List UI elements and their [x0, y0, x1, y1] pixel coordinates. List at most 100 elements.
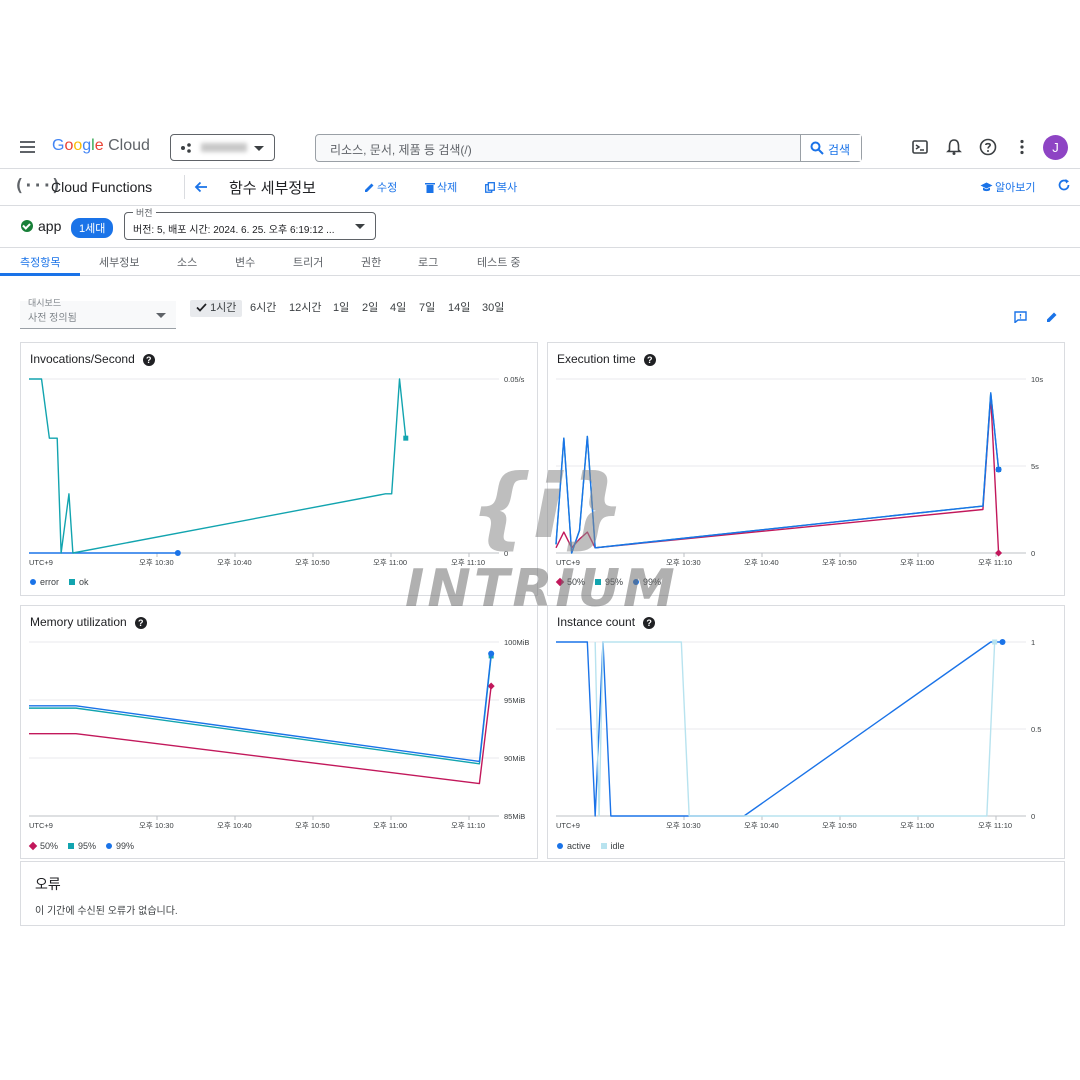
tab-permissions[interactable]: 권한 [361, 254, 381, 270]
legend-label: 95% [605, 577, 624, 587]
series-marker [488, 650, 495, 657]
tab-triggers[interactable]: 트리거 [293, 254, 323, 270]
range-6h[interactable]: 6시간 [250, 300, 276, 317]
range-2d[interactable]: 2일 [362, 300, 378, 317]
x-tick-label: 오후 11:10 [451, 821, 485, 830]
series-line-99pct [29, 653, 492, 763]
y-tick-label: 0 [1031, 812, 1035, 821]
back-arrow-icon[interactable] [193, 179, 209, 195]
x-tick-label: UTC+9 [556, 821, 580, 830]
version-select[interactable]: 버전 버전: 5, 배포 시간: 2024. 6. 25. 오후 6:19:12… [124, 206, 376, 240]
chart-card-memory: Memory utilization? 85MiB 90MiB 95MiB 100Mi… [20, 605, 538, 859]
legend-swatch [69, 579, 76, 585]
legend-label: 99% [643, 577, 662, 587]
avatar[interactable]: J [1043, 135, 1068, 160]
legend-item[interactable]: active [557, 841, 591, 851]
x-tick-label: 오후 10:40 [217, 821, 252, 830]
legend-label: active [567, 841, 591, 851]
top-bar: Google Cloud 리소스, 문서, 제품 등 검색(/) 검색 J [0, 126, 1080, 168]
chevron-down-icon [254, 146, 264, 151]
legend-item[interactable]: 95% [595, 577, 623, 587]
legend-item[interactable]: 99% [106, 841, 134, 851]
range-30d[interactable]: 30일 [482, 300, 504, 317]
search-icon [810, 141, 824, 155]
project-picker[interactable] [170, 134, 275, 161]
copy-icon [485, 182, 495, 193]
range-1d[interactable]: 1일 [333, 300, 349, 317]
help-icon[interactable] [979, 138, 997, 156]
legend-swatch [595, 579, 602, 585]
edit-button[interactable]: 수정 [364, 179, 397, 195]
legend-label: error [40, 577, 60, 587]
chart-plot: 0 5s 10s UTC+9 오후 10:30 오후 10:40 오후 10:50 오후 11… [555, 375, 1043, 567]
refresh-icon[interactable] [1057, 178, 1071, 192]
legend-swatch [30, 579, 36, 585]
x-tick-label: 오후 10:50 [822, 821, 857, 830]
y-tick-label: 100MiB [504, 638, 529, 647]
legend-item[interactable]: 50% [28, 841, 59, 851]
range-4d[interactable]: 4일 [390, 300, 406, 317]
tab-source[interactable]: 소스 [177, 254, 197, 270]
series-line-99pct [555, 392, 1000, 554]
copy-button[interactable]: 복사 [485, 179, 517, 195]
search-input[interactable]: 리소스, 문서, 제품 등 검색(/) [330, 141, 472, 158]
product-header: (···) Cloud Functions 함수 세부정보 수정 삭제 복사 알… [0, 168, 1080, 206]
project-name-redacted [201, 143, 247, 152]
x-tick-label: UTC+9 [29, 821, 53, 830]
legend-item[interactable]: error [30, 577, 59, 587]
menu-icon[interactable] [20, 141, 35, 153]
series-marker [174, 550, 181, 556]
learn-button[interactable]: 알아보기 [980, 179, 1035, 195]
legend-item[interactable]: 95% [68, 841, 96, 851]
delete-button[interactable]: 삭제 [425, 179, 457, 195]
y-tick-label: 0.05/s [504, 375, 525, 384]
chart-legend: error ok [30, 577, 99, 587]
series-line-95pct [29, 655, 492, 765]
tab-testing[interactable]: 테스트 중 [477, 254, 521, 270]
legend-item[interactable]: ok [69, 577, 89, 587]
function-name: app [38, 218, 62, 234]
y-tick-label: 0 [1031, 549, 1035, 558]
check-circle-icon [21, 220, 33, 232]
tab-logs[interactable]: 로그 [418, 254, 438, 270]
chevron-down-icon [156, 313, 166, 318]
tab-metrics[interactable]: 측정항목 [20, 254, 60, 270]
product-name[interactable]: Cloud Functions [51, 179, 152, 195]
legend-label: 50% [567, 577, 586, 587]
chart-legend: 50% 95% 99% [555, 577, 671, 587]
active-tab-indicator [0, 273, 80, 276]
x-tick-label: 오후 11:10 [451, 558, 485, 567]
range-7d[interactable]: 7일 [419, 300, 435, 317]
legend-item[interactable]: 99% [633, 577, 661, 587]
legend-label: 50% [40, 841, 59, 851]
chart-plot: 0 0.5 1 UTC+9 오후 10:30 오후 10:40 오후 10:50 오후 11:… [556, 638, 1041, 830]
check-icon [196, 303, 207, 312]
legend-label: idle [610, 841, 625, 851]
more-vert-icon[interactable] [1013, 138, 1031, 156]
google-cloud-logo[interactable]: Google Cloud [52, 137, 150, 155]
chart-card-invocations: Invocations/Second? 0 0.05/s UTC+9 오후 10:30… [20, 342, 538, 596]
project-icon [181, 143, 191, 153]
y-tick-label: 85MiB [504, 812, 525, 821]
tab-details[interactable]: 세부정보 [99, 254, 139, 270]
x-tick-label: 오후 11:00 [373, 821, 407, 830]
pencil-icon[interactable] [1046, 311, 1058, 323]
dashboard-select[interactable]: 대시보드 사전 정의됨 [20, 298, 176, 329]
series-marker [403, 435, 409, 441]
tab-variables[interactable]: 변수 [235, 254, 255, 270]
page-title: 함수 세부정보 [229, 180, 316, 197]
series-line-50pct [29, 685, 492, 785]
search-bar[interactable]: 리소스, 문서, 제품 등 검색(/) 검색 [315, 134, 862, 162]
range-12h[interactable]: 12시간 [289, 300, 321, 317]
school-icon [980, 182, 993, 192]
cloud-shell-icon[interactable] [911, 138, 929, 156]
legend-swatch [633, 579, 640, 585]
range-1h[interactable]: 1시간 [190, 300, 243, 317]
range-14d[interactable]: 14일 [448, 300, 470, 317]
tab-bar: 측정항목 세부정보 소스 변수 트리거 권한 로그 테스트 중 [0, 248, 1080, 276]
notifications-icon[interactable] [945, 138, 963, 156]
search-button[interactable]: 검색 [800, 135, 861, 161]
feedback-icon[interactable] [1014, 311, 1027, 323]
legend-item[interactable]: 50% [555, 577, 586, 587]
legend-item[interactable]: idle [600, 841, 625, 851]
